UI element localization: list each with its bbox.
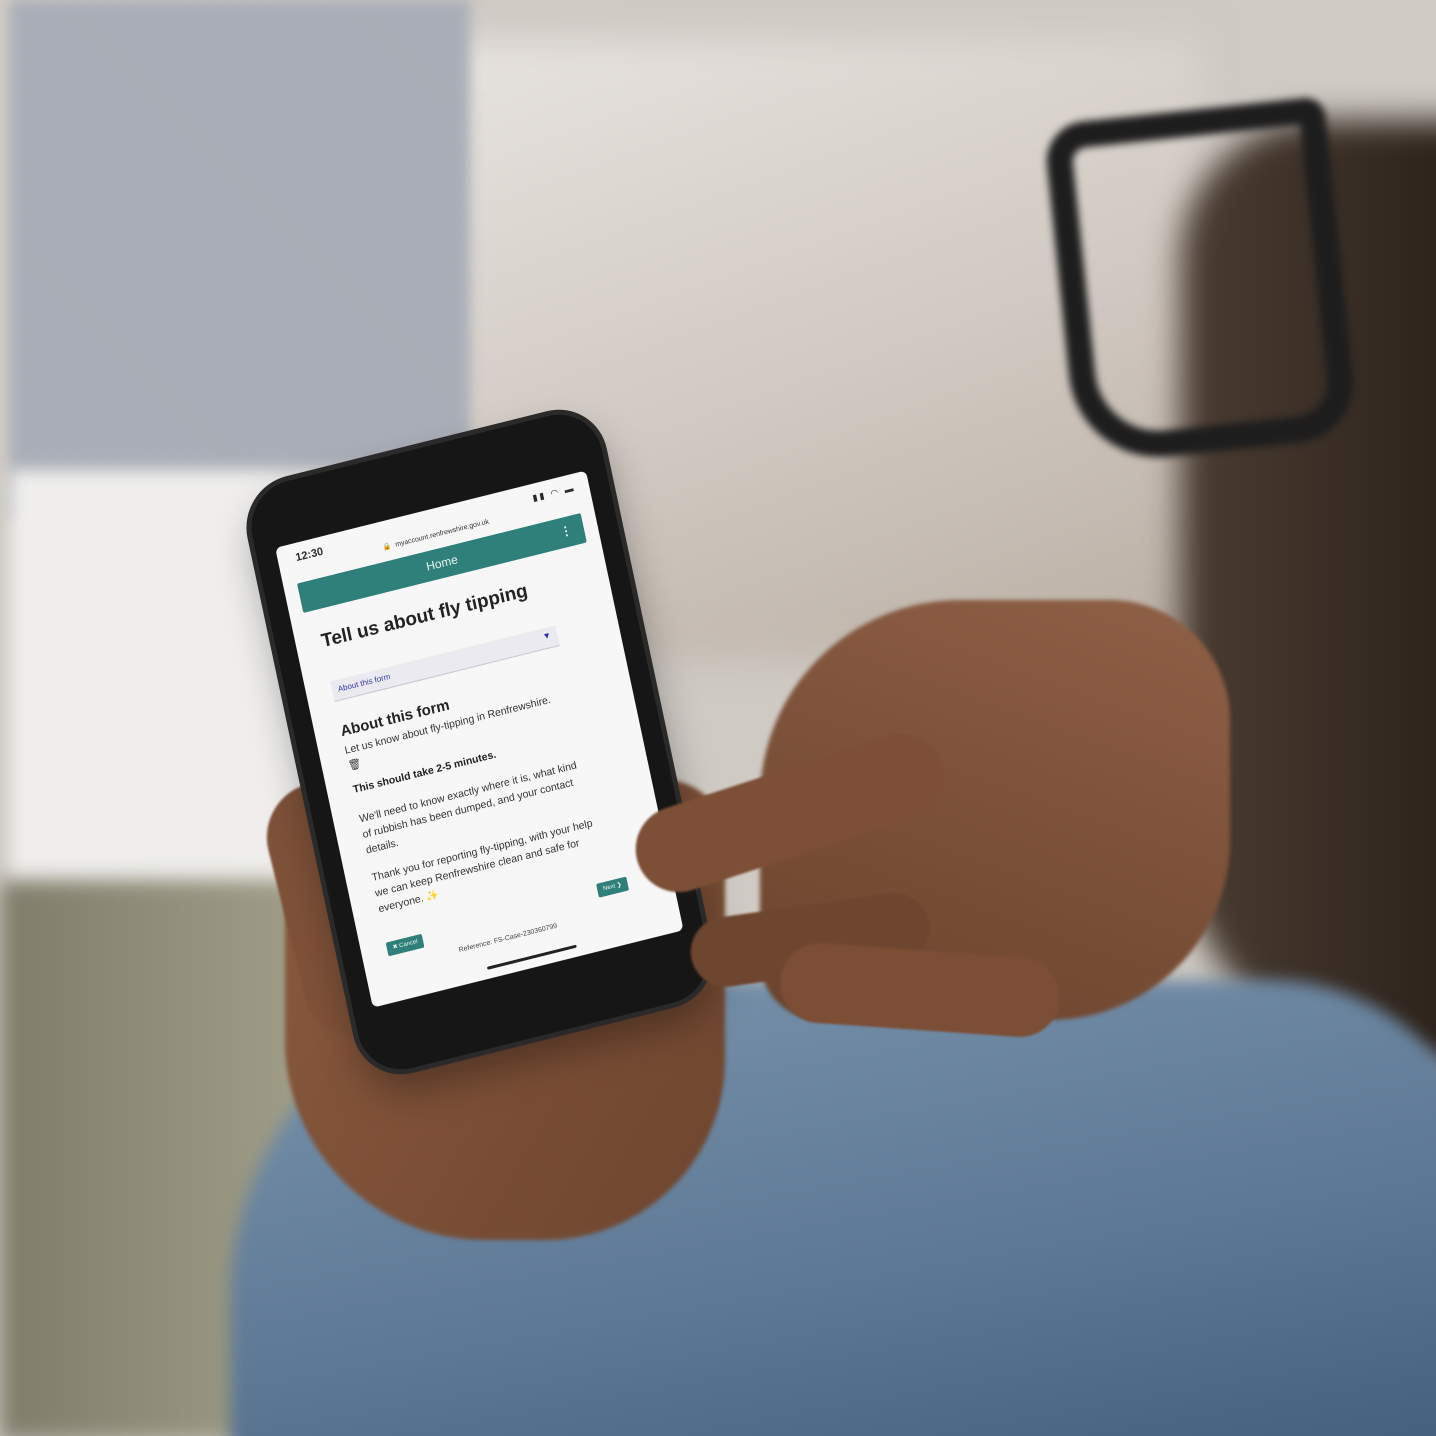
glasses [1042,96,1360,466]
cancel-button[interactable]: ✖ Cancel [385,933,425,957]
lock-icon: 🔒 [382,542,393,552]
patterned-cushion [10,0,470,520]
case-reference: Reference: FS-Case-230360799 [458,922,558,955]
home-indicator[interactable] [486,944,577,970]
chevron-down-icon: ▾ [543,630,551,643]
next-button[interactable]: Next ❯ [596,876,630,898]
background-photo [0,0,1436,1436]
section-select-value: About this form [337,671,392,694]
phone-screen: 12:30 ▮▮ ◠ ▬ 🔒 myaccount.renfrewshire.go… [275,470,684,1008]
kebab-menu-icon[interactable]: ⋮ [559,523,574,540]
